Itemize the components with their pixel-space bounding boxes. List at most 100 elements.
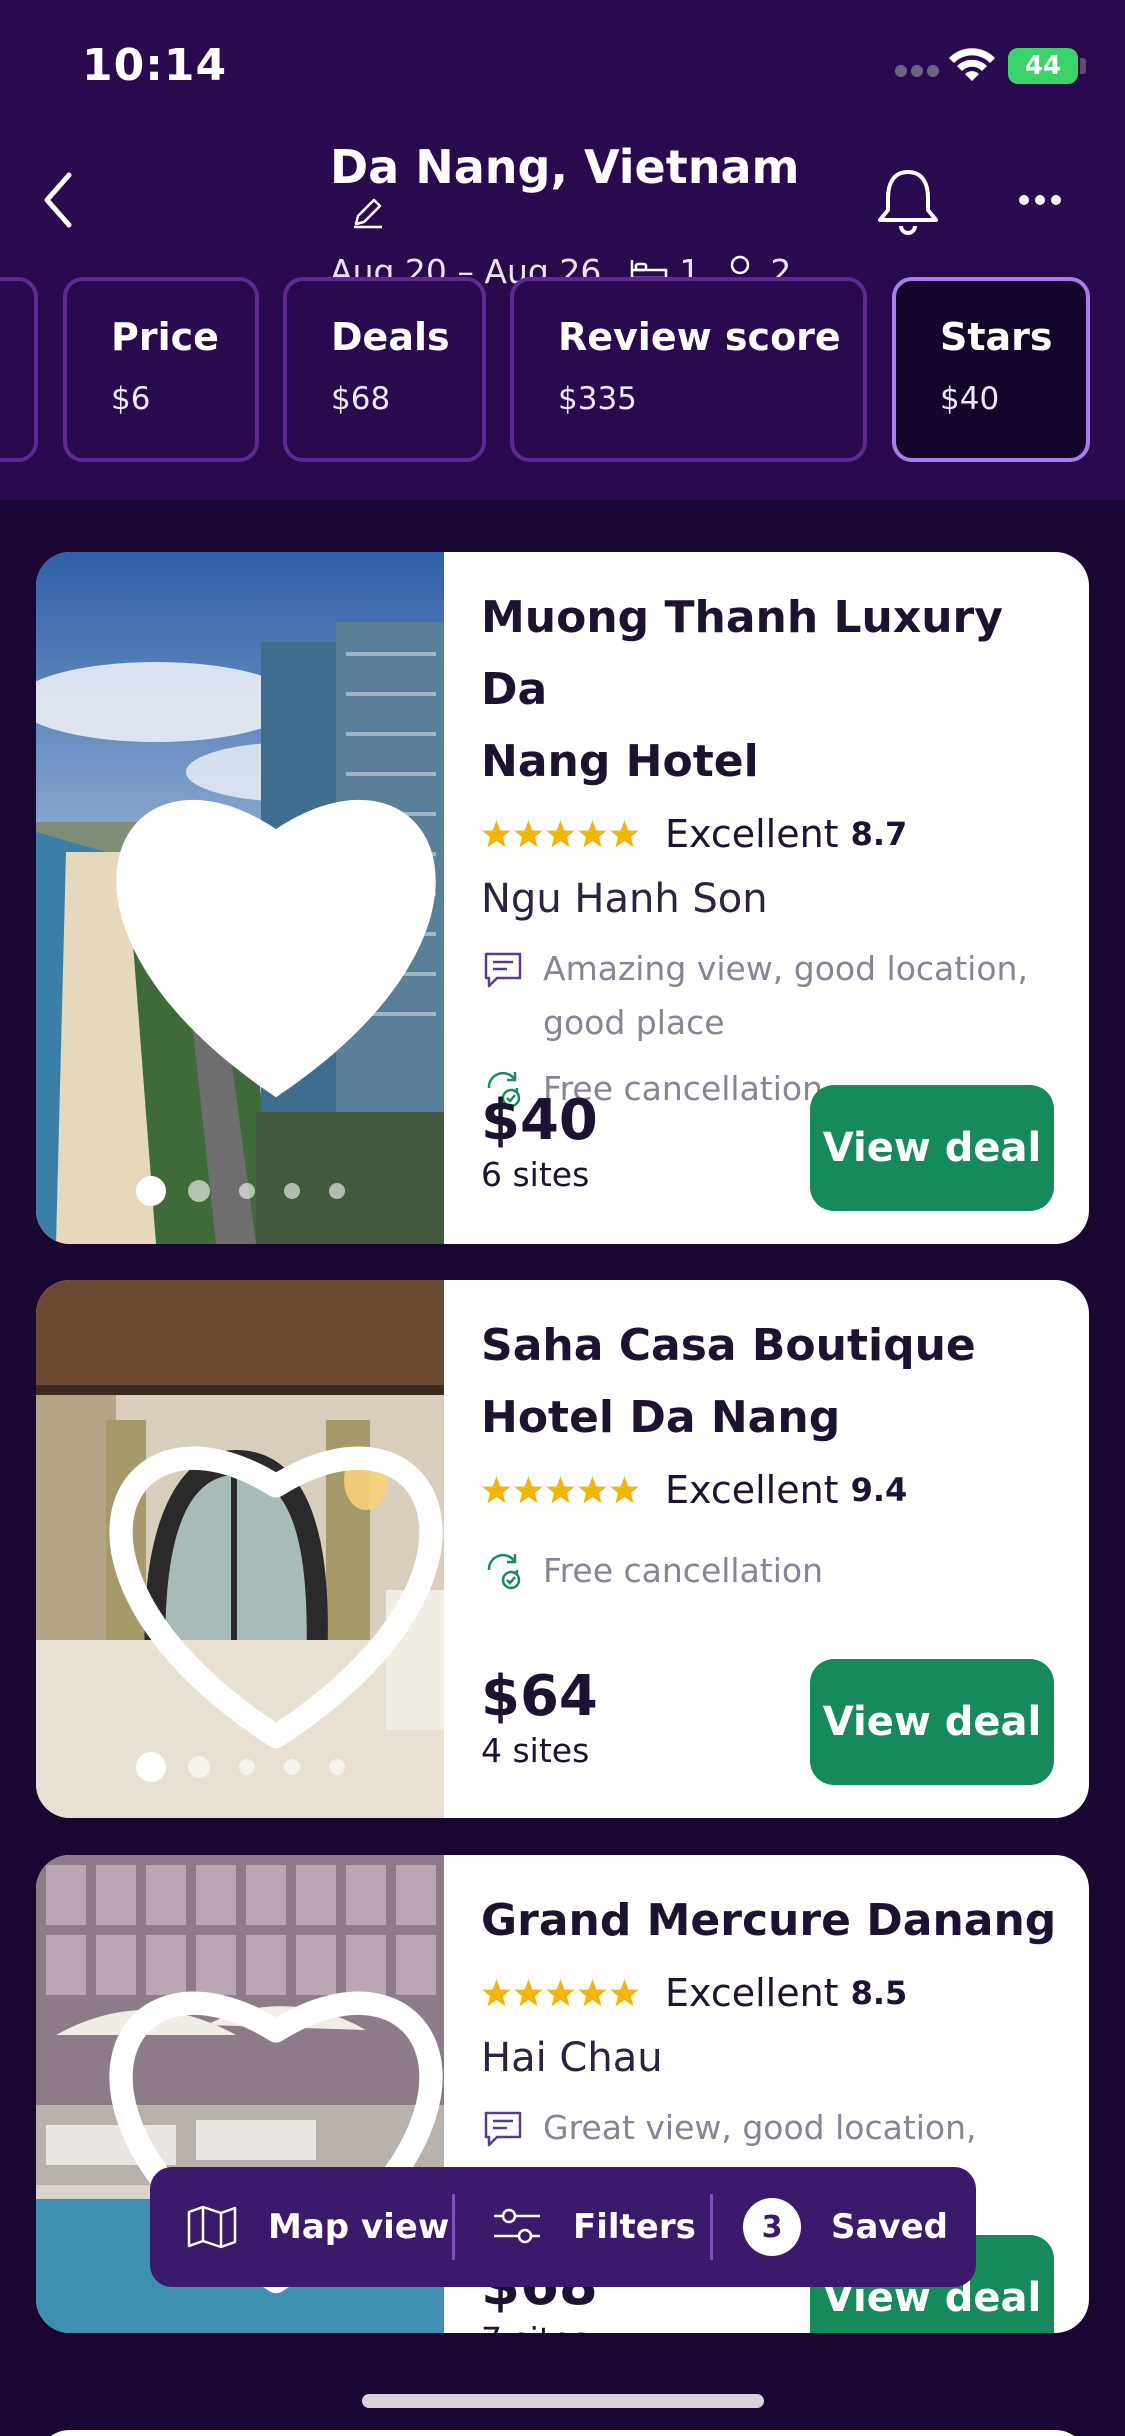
site-count: 4 sites — [481, 1731, 590, 1770]
page-title: Da Nang, Vietnam — [330, 140, 800, 194]
hotel-name-line: Hotel Da Nang — [481, 1392, 841, 1443]
saved-button[interactable]: 3 Saved — [713, 2167, 948, 2287]
star-icon — [482, 819, 511, 847]
status-bar: 10:14 44 — [0, 0, 1125, 130]
star-icon — [482, 1978, 511, 2006]
rating-score: 8.5 — [850, 1974, 908, 2012]
rating-row: Excellent 8.5 — [481, 1965, 1061, 2021]
rating-row: Excellent 9.4 — [481, 1462, 1061, 1518]
rating-score: 9.4 — [850, 1471, 908, 1509]
heart-icon[interactable] — [72, 1316, 444, 1818]
hotel-photo[interactable] — [36, 552, 444, 1244]
filter-chip-deals[interactable]: Deals $68 — [283, 277, 486, 462]
hotel-area: Hai Chau — [481, 2035, 663, 2081]
back-button[interactable] — [28, 160, 88, 240]
filters-button[interactable]: Filters — [455, 2167, 710, 2287]
hotel-info: Grand Mercure Danang Excellent 8.5 Hai C… — [481, 1885, 1061, 2155]
site-count: 6 sites — [481, 1155, 590, 1194]
price-block: $40 6 sites — [481, 1088, 598, 1194]
header: 10:14 44 Da Nang, Vietnam Aug 20 – Aug 2… — [0, 0, 1125, 500]
review-icon — [484, 952, 522, 988]
star-icon — [610, 1475, 639, 1503]
battery-indicator: 44 — [1008, 48, 1078, 84]
bottom-action-bar: Map view Filters 3 Saved — [150, 2167, 976, 2287]
hotel-name-line: Nang Hotel — [481, 736, 759, 787]
rating-score: 8.7 — [850, 815, 908, 853]
filter-chip-label: Stars — [940, 315, 1053, 359]
price-block: $64 4 sites — [481, 1664, 598, 1770]
star-rating — [481, 1978, 641, 2009]
hotel-price: $40 — [481, 1088, 598, 1153]
hotel-card[interactable]: Muong Thanh Luxury Da Nang Hotel Excelle… — [36, 552, 1089, 1244]
rating-word: Excellent — [665, 812, 839, 856]
filter-chip-label: Review score — [558, 315, 841, 359]
trip-summary[interactable]: Da Nang, Vietnam Aug 20 – Aug 26 1 2 — [330, 140, 850, 291]
hotel-card-peek — [36, 2430, 1089, 2436]
star-icon — [546, 1978, 575, 2006]
hotel-card[interactable]: Saha Casa Boutique Hotel Da Nang Excelle… — [36, 1280, 1089, 1818]
rating-word: Excellent — [665, 1468, 839, 1512]
filter-chip-label: Deals — [331, 315, 450, 359]
review-text-line: Great view, good location, — [543, 2108, 977, 2147]
filter-chip-value: $6 — [111, 381, 151, 417]
star-icon — [610, 1978, 639, 2006]
map-view-label: Map view — [268, 2207, 450, 2247]
hotel-photo[interactable] — [36, 1280, 444, 1818]
hotel-area: Ngu Hanh Son — [481, 876, 768, 922]
home-indicator[interactable] — [362, 2394, 764, 2408]
star-icon — [578, 1475, 607, 1503]
signal-icon — [895, 62, 945, 77]
bell-icon[interactable] — [868, 160, 948, 240]
hotel-name: Muong Thanh Luxury Da Nang Hotel — [481, 582, 1061, 798]
review-snippet: Amazing view, good location, good place — [481, 942, 1061, 1050]
hotel-name-line: Saha Casa Boutique — [481, 1320, 976, 1371]
star-rating — [481, 819, 641, 850]
hotel-info: Muong Thanh Luxury Da Nang Hotel Excelle… — [481, 582, 1061, 1110]
view-deal-button[interactable]: View deal — [810, 1085, 1054, 1211]
hotel-price: $64 — [481, 1664, 598, 1729]
star-icon — [514, 1475, 543, 1503]
star-icon — [514, 819, 543, 847]
review-text-line: good place — [543, 1003, 725, 1042]
cancellation-text: Free cancellation — [543, 1550, 824, 1590]
heart-icon[interactable] — [72, 588, 444, 1244]
star-icon — [578, 819, 607, 847]
hotel-name-line: Muong Thanh Luxury Da — [481, 592, 1003, 715]
photo-pager — [136, 1176, 396, 1206]
cancellation-note: Free cancellation — [481, 1548, 1061, 1592]
site-count: 7 sites — [481, 2320, 598, 2333]
map-view-button[interactable]: Map view — [150, 2167, 452, 2287]
filters-label: Filters — [573, 2207, 696, 2247]
map-icon — [187, 2205, 237, 2249]
star-icon — [546, 1475, 575, 1503]
star-icon — [482, 1475, 511, 1503]
review-icon — [484, 2111, 522, 2147]
rating-row: Excellent 8.7 — [481, 806, 1061, 862]
filter-chip-review-score[interactable]: Review score $335 — [510, 277, 867, 462]
review-text-line: Amazing view, good location, — [543, 949, 1028, 988]
edit-icon[interactable] — [350, 194, 386, 230]
star-icon — [546, 819, 575, 847]
filter-chip-partial[interactable] — [0, 277, 38, 462]
filter-chip-value: $40 — [940, 381, 1000, 417]
more-icon — [1019, 195, 1061, 205]
back-icon — [44, 172, 72, 228]
hotel-name: Grand Mercure Danang — [481, 1885, 1061, 1957]
filter-chip-stars[interactable]: Stars $40 — [892, 277, 1090, 462]
saved-count-badge: 3 — [743, 2198, 801, 2256]
star-rating — [481, 1475, 641, 1506]
filter-chip-price[interactable]: Price $6 — [63, 277, 259, 462]
cancellation-icon — [487, 1553, 521, 1590]
wifi-icon — [949, 48, 995, 81]
star-icon — [610, 819, 639, 847]
more-button[interactable] — [1010, 170, 1070, 230]
battery-cap — [1080, 58, 1086, 74]
rating-word: Excellent — [665, 1971, 839, 2015]
photo-pager — [136, 1752, 396, 1782]
star-icon — [578, 1978, 607, 2006]
hotel-name: Saha Casa Boutique Hotel Da Nang — [481, 1310, 1061, 1454]
view-deal-button[interactable]: View deal — [810, 1659, 1054, 1785]
status-time: 10:14 — [82, 40, 228, 91]
hotel-name-line: Grand Mercure Danang — [481, 1895, 1057, 1946]
filter-chip-value: $68 — [331, 381, 391, 417]
